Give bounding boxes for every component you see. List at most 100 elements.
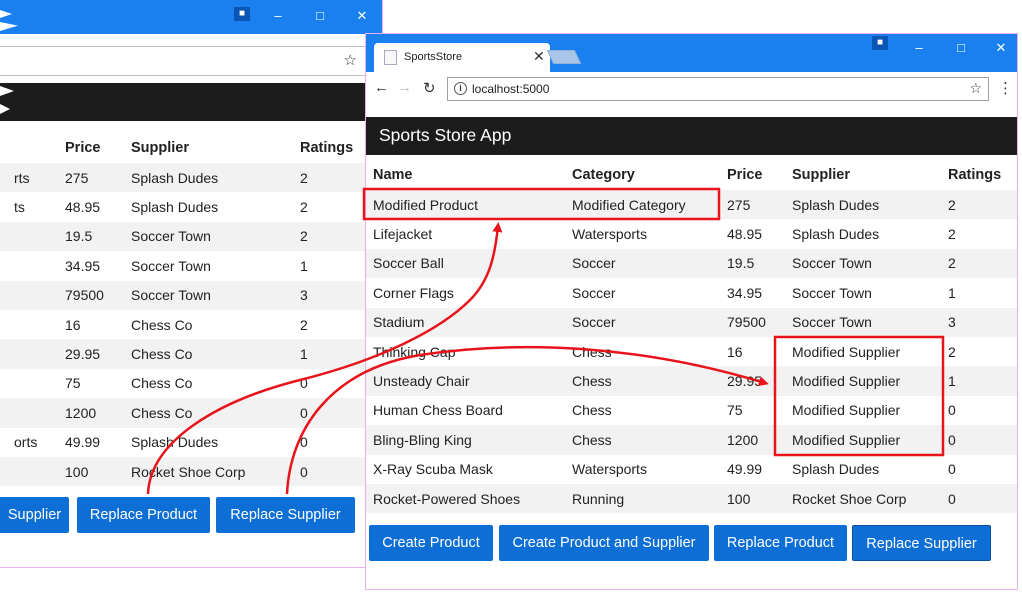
table-cell: 0 bbox=[942, 425, 1017, 455]
user-icon[interactable]: ■ bbox=[872, 36, 888, 50]
tab-close-icon[interactable]: ✕ bbox=[533, 48, 545, 65]
table-cell: Chess Co bbox=[131, 375, 193, 392]
front-browser-window: SportsStore ✕ ■ – □ ✕ ← → ↻ i localhost:… bbox=[365, 33, 1018, 590]
table-row: Bling-Bling King Chess 1200 Modified Sup… bbox=[366, 425, 1017, 455]
replace-product-button[interactable]: Replace Product bbox=[77, 497, 210, 533]
table-cell: Soccer Town bbox=[131, 257, 211, 274]
table-cell: Watersports bbox=[572, 461, 647, 478]
back-app-header bbox=[0, 83, 382, 121]
table-row: Unsteady Chair Chess 29.95 Modified Supp… bbox=[366, 366, 1017, 396]
table-row: Human Chess Board Chess 75 Modified Supp… bbox=[366, 396, 1017, 425]
column-header-name: Name bbox=[373, 167, 413, 183]
table-cell: Soccer Town bbox=[792, 284, 872, 301]
table-row: Thinking Cap Chess 16 Modified Supplier … bbox=[366, 337, 1017, 366]
table-row: Rocket-Powered Shoes Running 100 Rocket … bbox=[366, 483, 1017, 514]
back-title-bar: ■ – □ ✕ bbox=[0, 0, 382, 34]
tab-title: SportsStore bbox=[404, 51, 463, 63]
table-cell: Soccer bbox=[566, 248, 721, 279]
table-row: X-Ray Scuba Mask Watersports 49.99 Splas… bbox=[366, 455, 1017, 484]
table-cell bbox=[0, 251, 65, 280]
table-row: Lifejacket Watersports 48.95 Splash Dude… bbox=[366, 219, 1017, 248]
table-cell: 19.5 bbox=[721, 248, 786, 279]
table-cell bbox=[0, 280, 65, 310]
create-product-and-supplier-button[interactable]: Create Product and Supplier bbox=[499, 525, 709, 561]
app-header: Sports Store App bbox=[366, 117, 1017, 155]
new-tab-button[interactable] bbox=[546, 50, 582, 64]
minimize-icon[interactable]: – bbox=[268, 6, 288, 26]
table-cell: Splash Dudes bbox=[792, 461, 880, 478]
table-cell: 100 bbox=[65, 456, 131, 487]
table-cell: Modified Supplier bbox=[786, 425, 942, 455]
table-cell: 34.95 bbox=[727, 284, 763, 301]
table-cell: 2 bbox=[942, 248, 1017, 279]
table-cell: 3 bbox=[942, 307, 1017, 337]
star-outline-icon[interactable]: ☆ bbox=[969, 80, 982, 97]
forward-arrow-icon[interactable]: → bbox=[397, 79, 412, 96]
table-cell: Modified Supplier bbox=[786, 366, 942, 396]
table-cell: Soccer Ball bbox=[366, 248, 566, 279]
table-cell bbox=[0, 456, 65, 487]
table-cell: rts bbox=[0, 163, 65, 193]
table-cell: 29.95 bbox=[721, 366, 786, 396]
table-cell: 48.95 bbox=[727, 226, 763, 243]
column-header-price: Price bbox=[65, 140, 101, 156]
table-cell: 29.95 bbox=[65, 339, 131, 369]
front-title-bar: SportsStore ✕ ■ – □ ✕ bbox=[366, 34, 1017, 72]
supplier-button[interactable]: Supplier bbox=[0, 497, 69, 533]
table-cell: Splash Dudes bbox=[131, 434, 219, 451]
close-icon[interactable]: ✕ bbox=[991, 38, 1011, 58]
close-icon[interactable]: ✕ bbox=[352, 6, 372, 26]
browser-toolbar: ← → ↻ i localhost:5000 ☆ ⋮ bbox=[366, 72, 1017, 106]
table-row: 75 Chess Co 0 bbox=[0, 369, 382, 398]
table-row: ts 48.95 Splash Dudes 2 bbox=[0, 192, 382, 221]
table-cell: Splash Dudes bbox=[786, 190, 942, 220]
table-row: Corner Flags Soccer 34.95 Soccer Town 1 bbox=[366, 278, 1017, 307]
table-cell: 0 bbox=[948, 402, 956, 419]
table-cell: 1 bbox=[942, 366, 1017, 396]
table-cell: 1200 bbox=[65, 398, 131, 428]
table-row: Soccer Ball Soccer 19.5 Soccer Town 2 bbox=[366, 248, 1017, 279]
replace-supplier-button[interactable]: Replace Supplier bbox=[852, 525, 991, 561]
table-row: orts 49.99 Splash Dudes 0 bbox=[0, 428, 382, 457]
table-cell: 75 bbox=[727, 402, 743, 419]
table-cell: 100 bbox=[721, 483, 786, 514]
table-row: 29.95 Chess Co 1 bbox=[0, 339, 382, 369]
table-row: Stadium Soccer 79500 Soccer Town 3 bbox=[366, 307, 1017, 337]
table-row: 16 Chess Co 2 bbox=[0, 310, 382, 339]
table-row: rts 275 Splash Dudes 2 bbox=[0, 163, 382, 193]
table-cell: Splash Dudes bbox=[792, 226, 880, 243]
table-cell bbox=[0, 310, 65, 339]
kebab-menu-icon[interactable]: ⋮ bbox=[998, 79, 1013, 97]
table-cell: Chess Co bbox=[131, 398, 300, 428]
table-cell: Rocket Shoe Corp bbox=[131, 456, 300, 487]
table-cell: Soccer bbox=[566, 307, 721, 337]
table-cell: Soccer Town bbox=[786, 307, 942, 337]
table-cell: 0 bbox=[942, 483, 1017, 514]
back-address-bar[interactable]: ☆ bbox=[0, 46, 366, 76]
replace-product-button[interactable]: Replace Product bbox=[714, 525, 847, 561]
maximize-icon[interactable]: □ bbox=[310, 6, 330, 26]
address-bar[interactable]: i localhost:5000 ☆ bbox=[447, 77, 989, 101]
create-product-button[interactable]: Create Product bbox=[369, 525, 493, 561]
browser-tab[interactable]: SportsStore ✕ bbox=[374, 43, 550, 72]
column-header-category: Category bbox=[572, 167, 635, 183]
table-cell: X-Ray Scuba Mask bbox=[373, 461, 493, 478]
minimize-icon[interactable]: – bbox=[909, 38, 929, 58]
table-cell: 79500 bbox=[721, 307, 786, 337]
user-icon[interactable]: ■ bbox=[234, 7, 250, 21]
table-cell: Unsteady Chair bbox=[366, 366, 566, 396]
table-cell: Human Chess Board bbox=[373, 402, 503, 419]
maximize-icon[interactable]: □ bbox=[951, 38, 971, 58]
app-title: Sports Store App bbox=[379, 125, 512, 145]
replace-supplier-button[interactable]: Replace Supplier bbox=[216, 497, 355, 533]
table-cell: Lifejacket bbox=[373, 226, 433, 243]
column-header-supplier: Supplier bbox=[131, 140, 190, 156]
table-cell: Modified Supplier bbox=[792, 343, 901, 360]
address-url[interactable]: localhost:5000 bbox=[472, 82, 549, 96]
reload-icon[interactable]: ↻ bbox=[423, 79, 436, 97]
back-arrow-icon[interactable]: ← bbox=[374, 79, 389, 96]
table-cell: Modified Category bbox=[566, 190, 721, 220]
page-favicon-icon bbox=[384, 50, 397, 65]
info-icon[interactable]: i bbox=[454, 82, 467, 95]
star-outline-icon[interactable]: ☆ bbox=[344, 51, 357, 69]
